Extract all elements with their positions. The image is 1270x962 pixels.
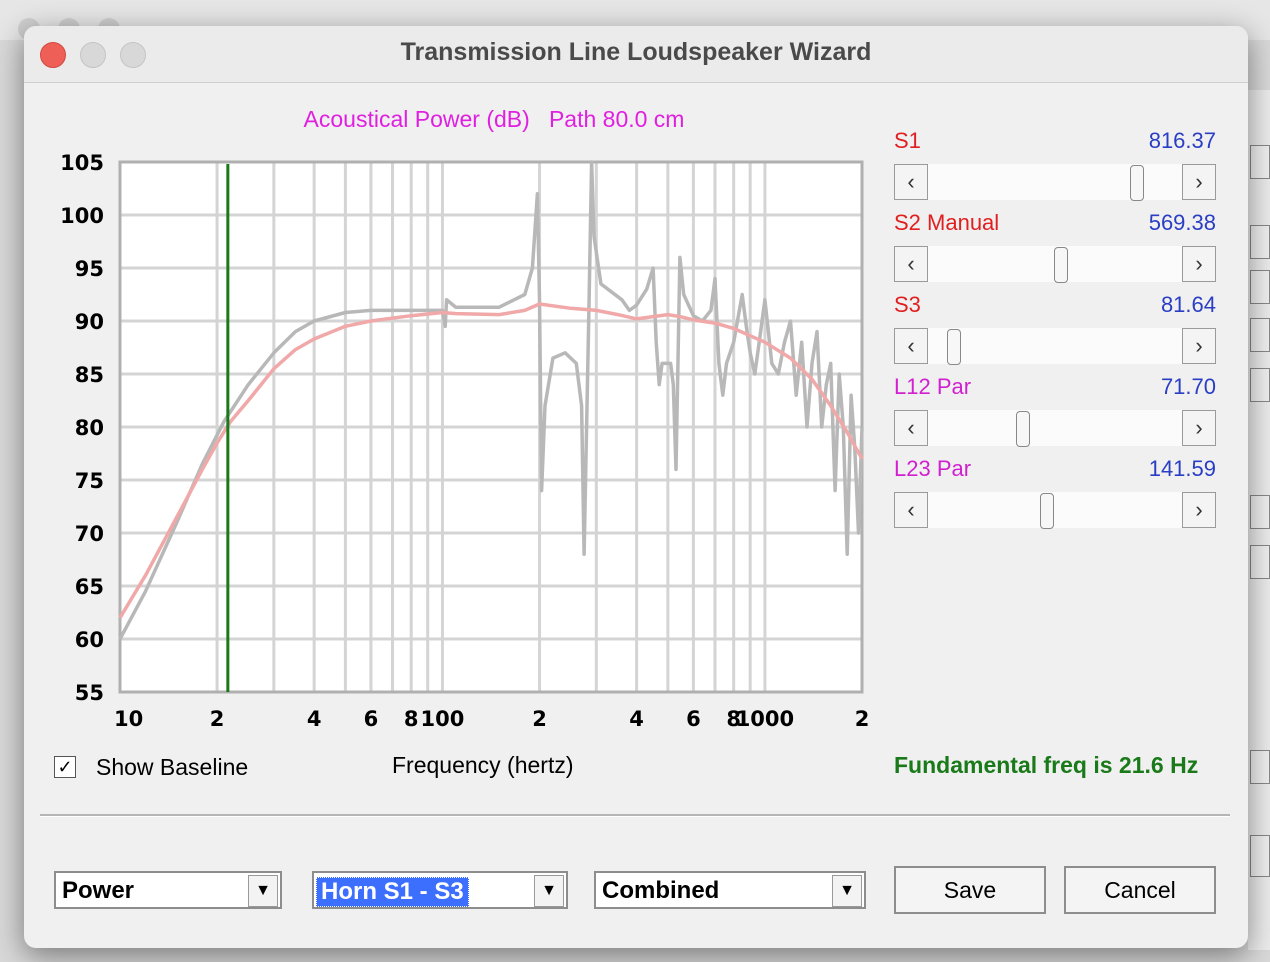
slider-thumb[interactable]: [1016, 411, 1031, 447]
view-combobox[interactable]: Combined ▼: [594, 871, 866, 909]
chevron-down-icon[interactable]: ▼: [534, 875, 564, 907]
chevron-down-icon[interactable]: ▼: [832, 875, 862, 907]
x-tick-label: 10: [114, 707, 143, 731]
slider-thumb[interactable]: [1130, 165, 1145, 201]
slider-value: 816.37: [1148, 128, 1216, 153]
chevron-left-icon[interactable]: ‹: [894, 410, 928, 446]
slider-label: L12 Par: [894, 374, 972, 399]
show-baseline-checkbox[interactable]: ✓: [54, 756, 76, 778]
slider-track[interactable]: ‹ ›: [894, 328, 1216, 365]
background-field: [1250, 750, 1270, 784]
chevron-left-icon[interactable]: ‹: [894, 246, 928, 282]
wizard-dialog: Transmission Line Loudspeaker Wizard Aco…: [24, 26, 1248, 948]
y-tick-label: 100: [60, 204, 104, 228]
slider-label: S3: [894, 292, 921, 317]
section-combobox-value: Horn S1 - S3: [316, 877, 469, 907]
slider-value: 71.70: [1160, 374, 1216, 399]
slider-value: 81.64: [1160, 292, 1216, 317]
power-response-chart: 10510095908580757065605510 2 4 6 8 100 2 4 6 8100…: [60, 151, 870, 731]
x-tick-label: 2: [855, 707, 870, 731]
mode-combobox[interactable]: Power ▼: [54, 871, 282, 909]
x-axis-label: Frequency (hertz): [392, 752, 574, 778]
y-tick-label: 85: [75, 363, 104, 387]
chevron-right-icon[interactable]: ›: [1182, 410, 1216, 446]
show-baseline-label[interactable]: Show Baseline: [96, 754, 248, 781]
background-field: [1250, 225, 1270, 259]
slider-track[interactable]: ‹ ›: [894, 164, 1216, 201]
slider-track[interactable]: ‹ ›: [894, 246, 1216, 283]
y-tick-label: 65: [75, 575, 104, 599]
slider-value: 141.59: [1148, 456, 1216, 481]
background-field: [1250, 495, 1270, 529]
chevron-left-icon[interactable]: ‹: [894, 164, 928, 200]
x-tick-label: 6: [686, 707, 701, 731]
y-tick-label: 95: [75, 257, 104, 281]
slider-value: 569.38: [1148, 210, 1216, 235]
y-tick-label: 60: [75, 628, 104, 652]
slider-track[interactable]: ‹ ›: [894, 492, 1216, 529]
separator: [40, 814, 1230, 817]
slider-label: S1: [894, 128, 921, 153]
x-tick-label: 6: [364, 707, 379, 731]
chevron-right-icon[interactable]: ›: [1182, 492, 1216, 528]
chevron-down-icon[interactable]: ▼: [248, 875, 278, 907]
title-bar[interactable]: Transmission Line Loudspeaker Wizard: [24, 26, 1248, 83]
slider-thumb[interactable]: [1039, 493, 1054, 529]
y-tick-label: 70: [75, 522, 104, 546]
background-panel-edge: [1248, 90, 1270, 950]
slider-thumb[interactable]: [947, 329, 962, 365]
slider-label: S2 Manual: [894, 210, 1000, 235]
background-field: [1250, 318, 1270, 352]
slider-thumb[interactable]: [1054, 247, 1069, 283]
x-tick-label: 2: [532, 707, 547, 731]
chart-title: Acoustical Power (dB) Path 80.0 cm: [303, 106, 685, 132]
background-field: [1250, 835, 1270, 877]
x-tick-label: 8: [404, 707, 419, 731]
y-tick-label: 90: [75, 310, 104, 334]
background-field: [1250, 545, 1270, 579]
y-tick-label: 80: [75, 416, 104, 440]
background-field: [1250, 368, 1270, 402]
fundamental-frequency-text: Fundamental freq is 21.6 Hz: [894, 752, 1199, 778]
chevron-left-icon[interactable]: ‹: [894, 492, 928, 528]
mode-combobox-value: Power: [62, 877, 135, 904]
chevron-right-icon[interactable]: ›: [1182, 246, 1216, 282]
x-tick-label: 100: [421, 707, 465, 731]
slider-label: L23 Par: [894, 456, 972, 481]
window-title: Transmission Line Loudspeaker Wizard: [400, 38, 872, 66]
section-combobox[interactable]: Horn S1 - S3 ▼: [312, 871, 568, 909]
slider-track[interactable]: ‹ ›: [894, 410, 1216, 447]
x-tick-label: 4: [307, 707, 322, 731]
x-tick-label: 1000: [736, 707, 794, 731]
x-tick-label: 2: [210, 707, 225, 731]
background-field: [1250, 145, 1270, 179]
save-button[interactable]: Save: [894, 866, 1046, 914]
chevron-left-icon[interactable]: ‹: [894, 328, 928, 364]
cancel-button[interactable]: Cancel: [1064, 866, 1216, 914]
y-tick-label: 105: [60, 151, 104, 175]
view-combobox-value: Combined: [602, 877, 720, 904]
y-tick-label: 75: [75, 469, 104, 493]
y-tick-label: 55: [75, 681, 104, 705]
x-tick-label: 4: [629, 707, 644, 731]
chevron-right-icon[interactable]: ›: [1182, 164, 1216, 200]
background-field: [1250, 270, 1270, 304]
chevron-right-icon[interactable]: ›: [1182, 328, 1216, 364]
